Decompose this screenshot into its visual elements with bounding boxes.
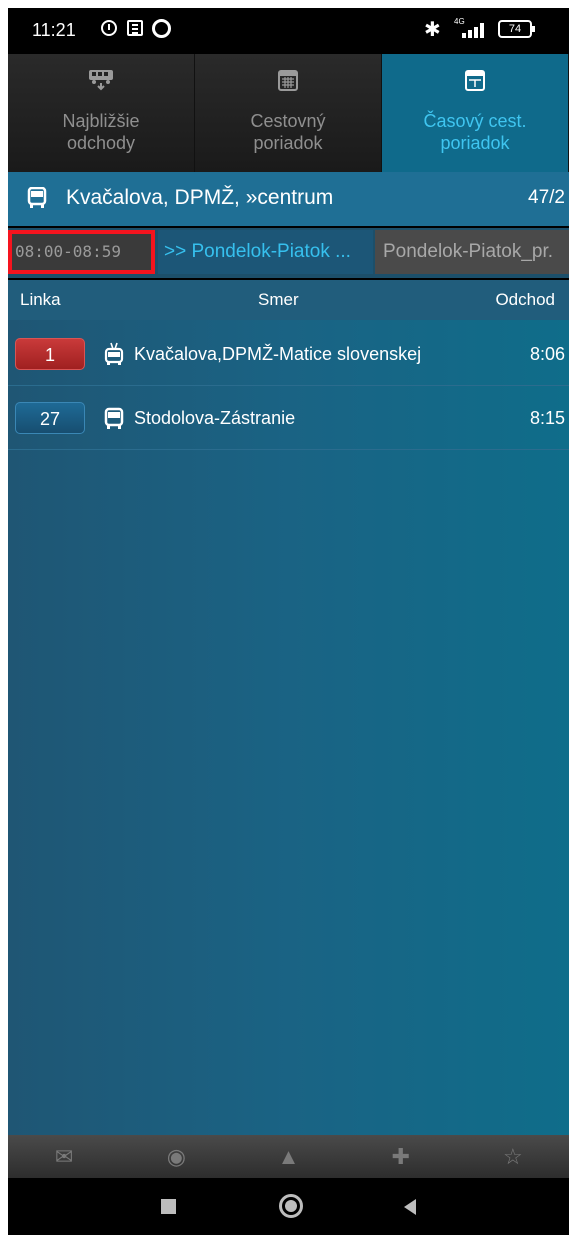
alarm-icon [101,20,117,36]
destination: Stodolova-Zástranie [134,408,296,428]
column-line: Linka [20,290,61,309]
circle-notification-icon [152,19,171,38]
destination: Kvačalova,DPMŽ-Matice slovenskej [134,344,422,364]
tab-timetable[interactable]: Cestovný poriadok [195,54,382,172]
day-type-selector[interactable]: Pondelok-Piatok_pr. [375,230,569,274]
column-header: Linka Smer Odchod [8,280,569,320]
signal-icon [462,22,488,38]
status-time: 11:21 [32,20,76,40]
tab-label: Cestovný poriadok [250,111,326,153]
navigation-arrow-icon: ▲ [277,1143,300,1169]
departure-time: 8:15 [529,408,565,428]
mail-icon: ✉ [54,1143,74,1169]
bottom-toolbar: ✉ ◉ ▲ ✚ ☆ [8,1135,569,1178]
toolbar-navigation[interactable]: ▲ [232,1135,344,1178]
calendar-grid-icon [278,70,298,91]
tab-bar: Najbližšie odchody Cestovný poriadok Čas… [8,54,569,172]
status-bar: 11:21 ✱ 4G 74 [8,8,569,54]
tab-label: Najbližšie odchody [62,111,140,153]
toolbar-favorites[interactable]: ☆ [457,1135,569,1178]
stop-code: 47/2 [528,187,565,208]
tab-label: Časový cest. poriadok [423,111,527,153]
home-icon[interactable] [279,1194,303,1218]
line-badge: 1 [15,338,85,370]
column-direction: Smer [258,290,299,309]
toolbar-pin[interactable]: ✚ [345,1135,457,1178]
day-type-link[interactable]: >> Pondelok-Piatok ... [158,230,373,274]
android-nav-bar [8,1178,569,1235]
back-icon[interactable] [404,1199,416,1215]
star-icon: ☆ [503,1143,523,1169]
tab-nearest-departures[interactable]: Najbližšie odchody [8,54,195,172]
time-range-selector[interactable]: 08:00-08:59 [8,230,155,274]
toolbar-mail[interactable]: ✉ [8,1135,120,1178]
notification-e-icon [127,20,143,36]
stop-name: Kvačalova, DPMŽ, »centrum [66,186,334,209]
filter-row: 08:00-08:59 >> Pondelok-Piatok ... Ponde… [8,228,569,278]
calendar-time-icon [465,70,485,91]
departure-row[interactable]: 1 Kvačalova,DPMŽ-Matice slovenskej 8:06 [8,328,569,386]
recents-icon[interactable] [161,1199,176,1214]
trolleybus-icon [104,342,124,365]
bluetooth-icon: ✱ [424,19,441,41]
bus-icon [104,407,124,429]
globe-icon: ◉ [166,1143,186,1169]
toolbar-globe[interactable]: ◉ [120,1135,232,1178]
line-badge: 27 [15,402,85,434]
departure-row[interactable]: 27 Stodolova-Zástranie 8:15 [8,392,569,450]
departure-time: 8:06 [529,344,565,364]
tab-time-timetable[interactable]: Časový cest. poriadok [382,54,569,172]
battery-icon: 74 [498,20,535,38]
pin-icon: ✚ [391,1143,410,1169]
bus-icon [27,187,47,208]
phone-screen: 11:21 ✱ 4G 74 Najbližšie odchody Cestovn… [8,8,569,1235]
bus-departures-icon [89,70,113,91]
column-departure: Odchod [495,290,555,309]
stop-header[interactable]: Kvačalova, DPMŽ, »centrum 47/2 [8,172,569,226]
departure-list: 1 Kvačalova,DPMŽ-Matice slovenskej 8:06 … [8,320,569,1135]
